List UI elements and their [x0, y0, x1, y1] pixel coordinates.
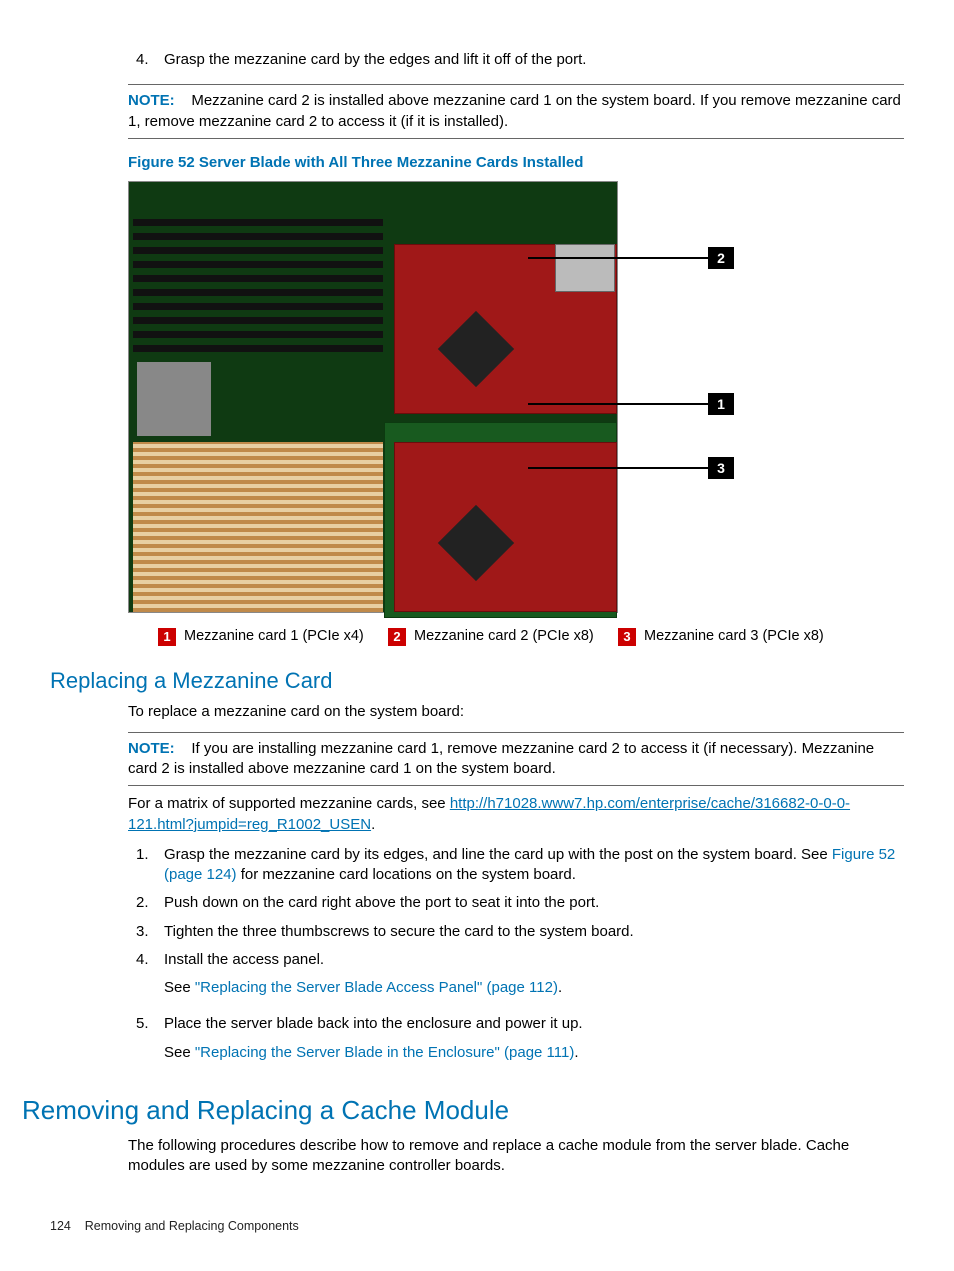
see-post: . [574, 1044, 578, 1061]
figure-legend: 1 Mezzanine card 1 (PCIe x4) 2 Mezzanine… [128, 627, 904, 646]
legend-text-3: Mezzanine card 3 (PCIe x8) [644, 627, 824, 646]
see-pre: See [164, 979, 195, 996]
page-number: 124 [50, 1219, 71, 1233]
legend-text-2: Mezzanine card 2 (PCIe x8) [414, 627, 594, 646]
step-number: 4. [128, 950, 164, 1007]
heading-replacing-mezz: Replacing a Mezzanine Card [50, 666, 904, 696]
step-text-b: for mezzanine card locations on the syst… [237, 866, 576, 883]
replace-step-5: 5. Place the server blade back into the … [128, 1014, 904, 1071]
step-text: Grasp the mezzanine card by the edges an… [164, 50, 904, 70]
replace-step-4: 4. Install the access panel. See "Replac… [128, 950, 904, 1007]
note-text: Mezzanine card 2 is installed above mezz… [128, 92, 901, 129]
step-4: 4. Grasp the mezzanine card by the edges… [128, 50, 904, 70]
page-footer: 124 Removing and Replacing Components [50, 1218, 299, 1235]
callout-3: 3 [708, 457, 734, 479]
motherboard-photo [128, 181, 618, 613]
step-text: Push down on the card right above the po… [164, 893, 904, 913]
note-block-1: NOTE: Mezzanine card 2 is installed abov… [128, 84, 904, 139]
step-number: 5. [128, 1014, 164, 1071]
callout-line-2 [528, 257, 708, 259]
replace-step-3: 3. Tighten the three thumbscrews to secu… [128, 922, 904, 942]
see-pre: See [164, 1044, 195, 1061]
io-port [555, 244, 615, 292]
xref-access-panel[interactable]: "Replacing the Server Blade Access Panel… [195, 979, 558, 996]
step-text: Tighten the three thumbscrews to secure … [164, 922, 904, 942]
legend-box-3: 3 [618, 628, 636, 646]
legend-item-3: 3 Mezzanine card 3 (PCIe x8) [618, 627, 848, 646]
matrix-para: For a matrix of supported mezzanine card… [128, 794, 904, 835]
xref-enclosure[interactable]: "Replacing the Server Blade in the Enclo… [195, 1044, 574, 1061]
matrix-post: . [371, 816, 375, 833]
legend-box-2: 2 [388, 628, 406, 646]
chapter-title: Removing and Replacing Components [85, 1219, 299, 1233]
callout-line-3 [528, 467, 708, 469]
callout-2: 2 [708, 247, 734, 269]
callout-line-1 [528, 403, 708, 405]
note-block-2: NOTE: If you are installing mezzanine ca… [128, 732, 904, 787]
step-text: Place the server blade back into the enc… [164, 1014, 904, 1034]
legend-text-1: Mezzanine card 1 (PCIe x4) [184, 627, 364, 646]
figure-title: Figure 52 Server Blade with All Three Me… [128, 153, 904, 173]
step-number: 1. [128, 845, 164, 886]
note-text-2: If you are installing mezzanine card 1, … [128, 740, 874, 777]
step-text-a: Grasp the mezzanine card by its edges, a… [164, 846, 832, 863]
callout-1: 1 [708, 393, 734, 415]
step-number: 4. [128, 50, 164, 70]
figure-52-image: 2 1 3 [128, 181, 756, 613]
see-post: . [558, 979, 562, 996]
replace-step-1: 1. Grasp the mezzanine card by its edges… [128, 845, 904, 886]
cache-intro: The following procedures describe how to… [128, 1136, 904, 1177]
step-text: Install the access panel. [164, 950, 904, 970]
cpu-heatsink [133, 442, 383, 612]
chipset [137, 362, 211, 436]
legend-item-2: 2 Mezzanine card 2 (PCIe x8) [388, 627, 618, 646]
heading-cache-module: Removing and Replacing a Cache Module [22, 1093, 904, 1128]
note-label: NOTE: [128, 92, 175, 109]
replace-intro: To replace a mezzanine card on the syste… [128, 702, 904, 722]
matrix-pre: For a matrix of supported mezzanine card… [128, 795, 450, 812]
step-number: 2. [128, 893, 164, 913]
legend-box-1: 1 [158, 628, 176, 646]
note-label-2: NOTE: [128, 740, 175, 757]
ram-slots [133, 212, 383, 352]
replace-step-2: 2. Push down on the card right above the… [128, 893, 904, 913]
step-number: 3. [128, 922, 164, 942]
legend-item-1: 1 Mezzanine card 1 (PCIe x4) [158, 627, 388, 646]
